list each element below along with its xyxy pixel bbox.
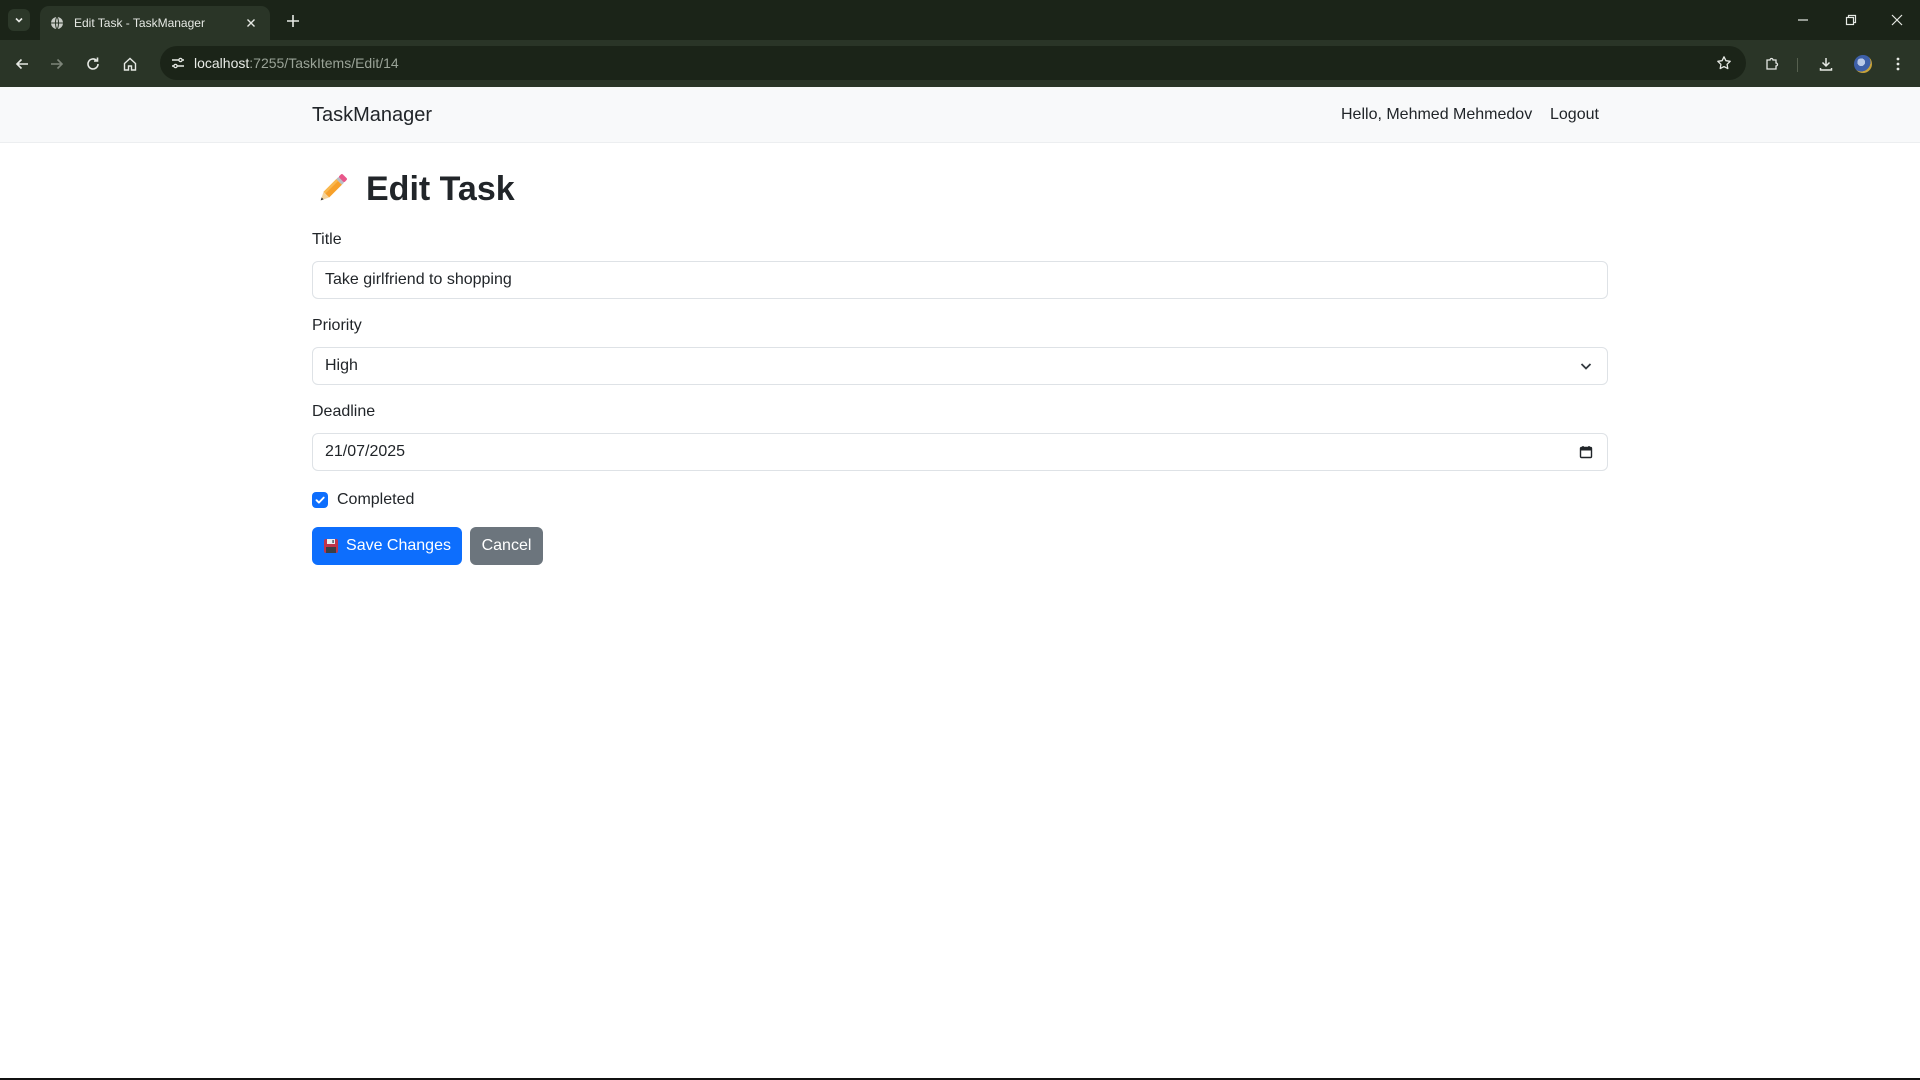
url-path: :7255/TaskItems/Edit/14 <box>249 55 399 71</box>
menu-button[interactable] <box>1885 51 1911 77</box>
browser-toolbar: localhost:7255/TaskItems/Edit/14 <box>0 40 1920 87</box>
calendar-icon[interactable] <box>1577 443 1595 461</box>
save-changes-button[interactable]: Save Changes <box>312 527 462 565</box>
page-title: Edit Task <box>366 169 515 208</box>
browser-tab-active[interactable]: Edit Task - TaskManager <box>40 6 270 40</box>
address-bar[interactable]: localhost:7255/TaskItems/Edit/14 <box>160 46 1746 80</box>
bookmark-button[interactable] <box>1712 51 1736 75</box>
minimize-button[interactable] <box>1780 0 1826 40</box>
url-host: localhost <box>194 55 250 71</box>
more-vertical-icon <box>1896 57 1900 71</box>
restore-icon <box>1845 14 1857 26</box>
priority-label: Priority <box>312 317 362 334</box>
plus-icon <box>287 15 299 27</box>
priority-select[interactable]: High <box>312 347 1608 385</box>
extensions-button[interactable] <box>1759 51 1785 77</box>
puzzle-icon <box>1766 57 1779 70</box>
navbar-brand[interactable]: TaskManager <box>312 104 432 127</box>
checkmark-icon <box>315 496 325 504</box>
reload-button[interactable] <box>80 51 106 77</box>
arrow-left-icon <box>15 58 28 70</box>
minimize-icon <box>1798 19 1808 21</box>
download-icon <box>1819 58 1833 71</box>
tune-icon <box>172 57 184 69</box>
title-input[interactable]: Take girlfriend to shopping <box>312 261 1608 299</box>
profile-button[interactable] <box>1850 51 1876 77</box>
star-icon <box>1717 56 1731 70</box>
page-heading: Edit Task <box>312 166 515 212</box>
user-greeting-link[interactable]: Hello, Mehmed Mehmedov <box>1341 106 1532 124</box>
site-info-button[interactable] <box>166 51 190 75</box>
tab-close-icon[interactable] <box>242 14 260 32</box>
back-button[interactable] <box>9 51 35 77</box>
priority-select-value: High <box>325 357 358 374</box>
browser-tab-strip: Edit Task - TaskManager <box>0 0 1920 40</box>
completed-checkbox[interactable] <box>312 492 328 508</box>
tab-search-button[interactable] <box>8 9 30 31</box>
url-text: localhost:7255/TaskItems/Edit/14 <box>194 55 399 71</box>
deadline-input-value: 21/07/2025 <box>325 443 406 460</box>
deadline-date-input[interactable]: 21/07/2025 <box>312 433 1608 471</box>
globe-icon <box>51 16 63 30</box>
reload-icon <box>87 57 99 70</box>
forward-button[interactable] <box>44 51 70 77</box>
toolbar-divider <box>1797 58 1798 72</box>
home-button[interactable] <box>117 51 143 77</box>
completed-checkbox-row[interactable]: Completed <box>312 490 414 510</box>
completed-label[interactable]: Completed <box>337 491 414 509</box>
chevron-down-icon <box>1577 357 1595 375</box>
avatar <box>1854 55 1872 73</box>
title-input-value: Take girlfriend to shopping <box>325 271 512 288</box>
title-label: Title <box>312 231 342 248</box>
pencil-icon <box>320 174 347 201</box>
home-icon <box>123 57 137 71</box>
cancel-button[interactable]: Cancel <box>470 527 543 565</box>
close-icon <box>1891 14 1903 26</box>
restore-button[interactable] <box>1828 0 1874 40</box>
deadline-label: Deadline <box>312 403 376 420</box>
cancel-label: Cancel <box>481 537 532 554</box>
arrow-right-icon <box>51 58 64 70</box>
site-navbar: TaskManager Hello, Mehmed Mehmedov Logou… <box>0 87 1920 143</box>
chevron-down-icon <box>15 17 23 23</box>
downloads-button[interactable] <box>1813 51 1839 77</box>
logout-link[interactable]: Logout <box>1550 106 1599 124</box>
save-changes-label: Save Changes <box>346 537 451 554</box>
tab-title: Edit Task - TaskManager <box>74 16 205 30</box>
floppy-disk-icon <box>324 539 339 553</box>
new-tab-button[interactable] <box>282 10 304 32</box>
close-window-button[interactable] <box>1874 0 1920 40</box>
